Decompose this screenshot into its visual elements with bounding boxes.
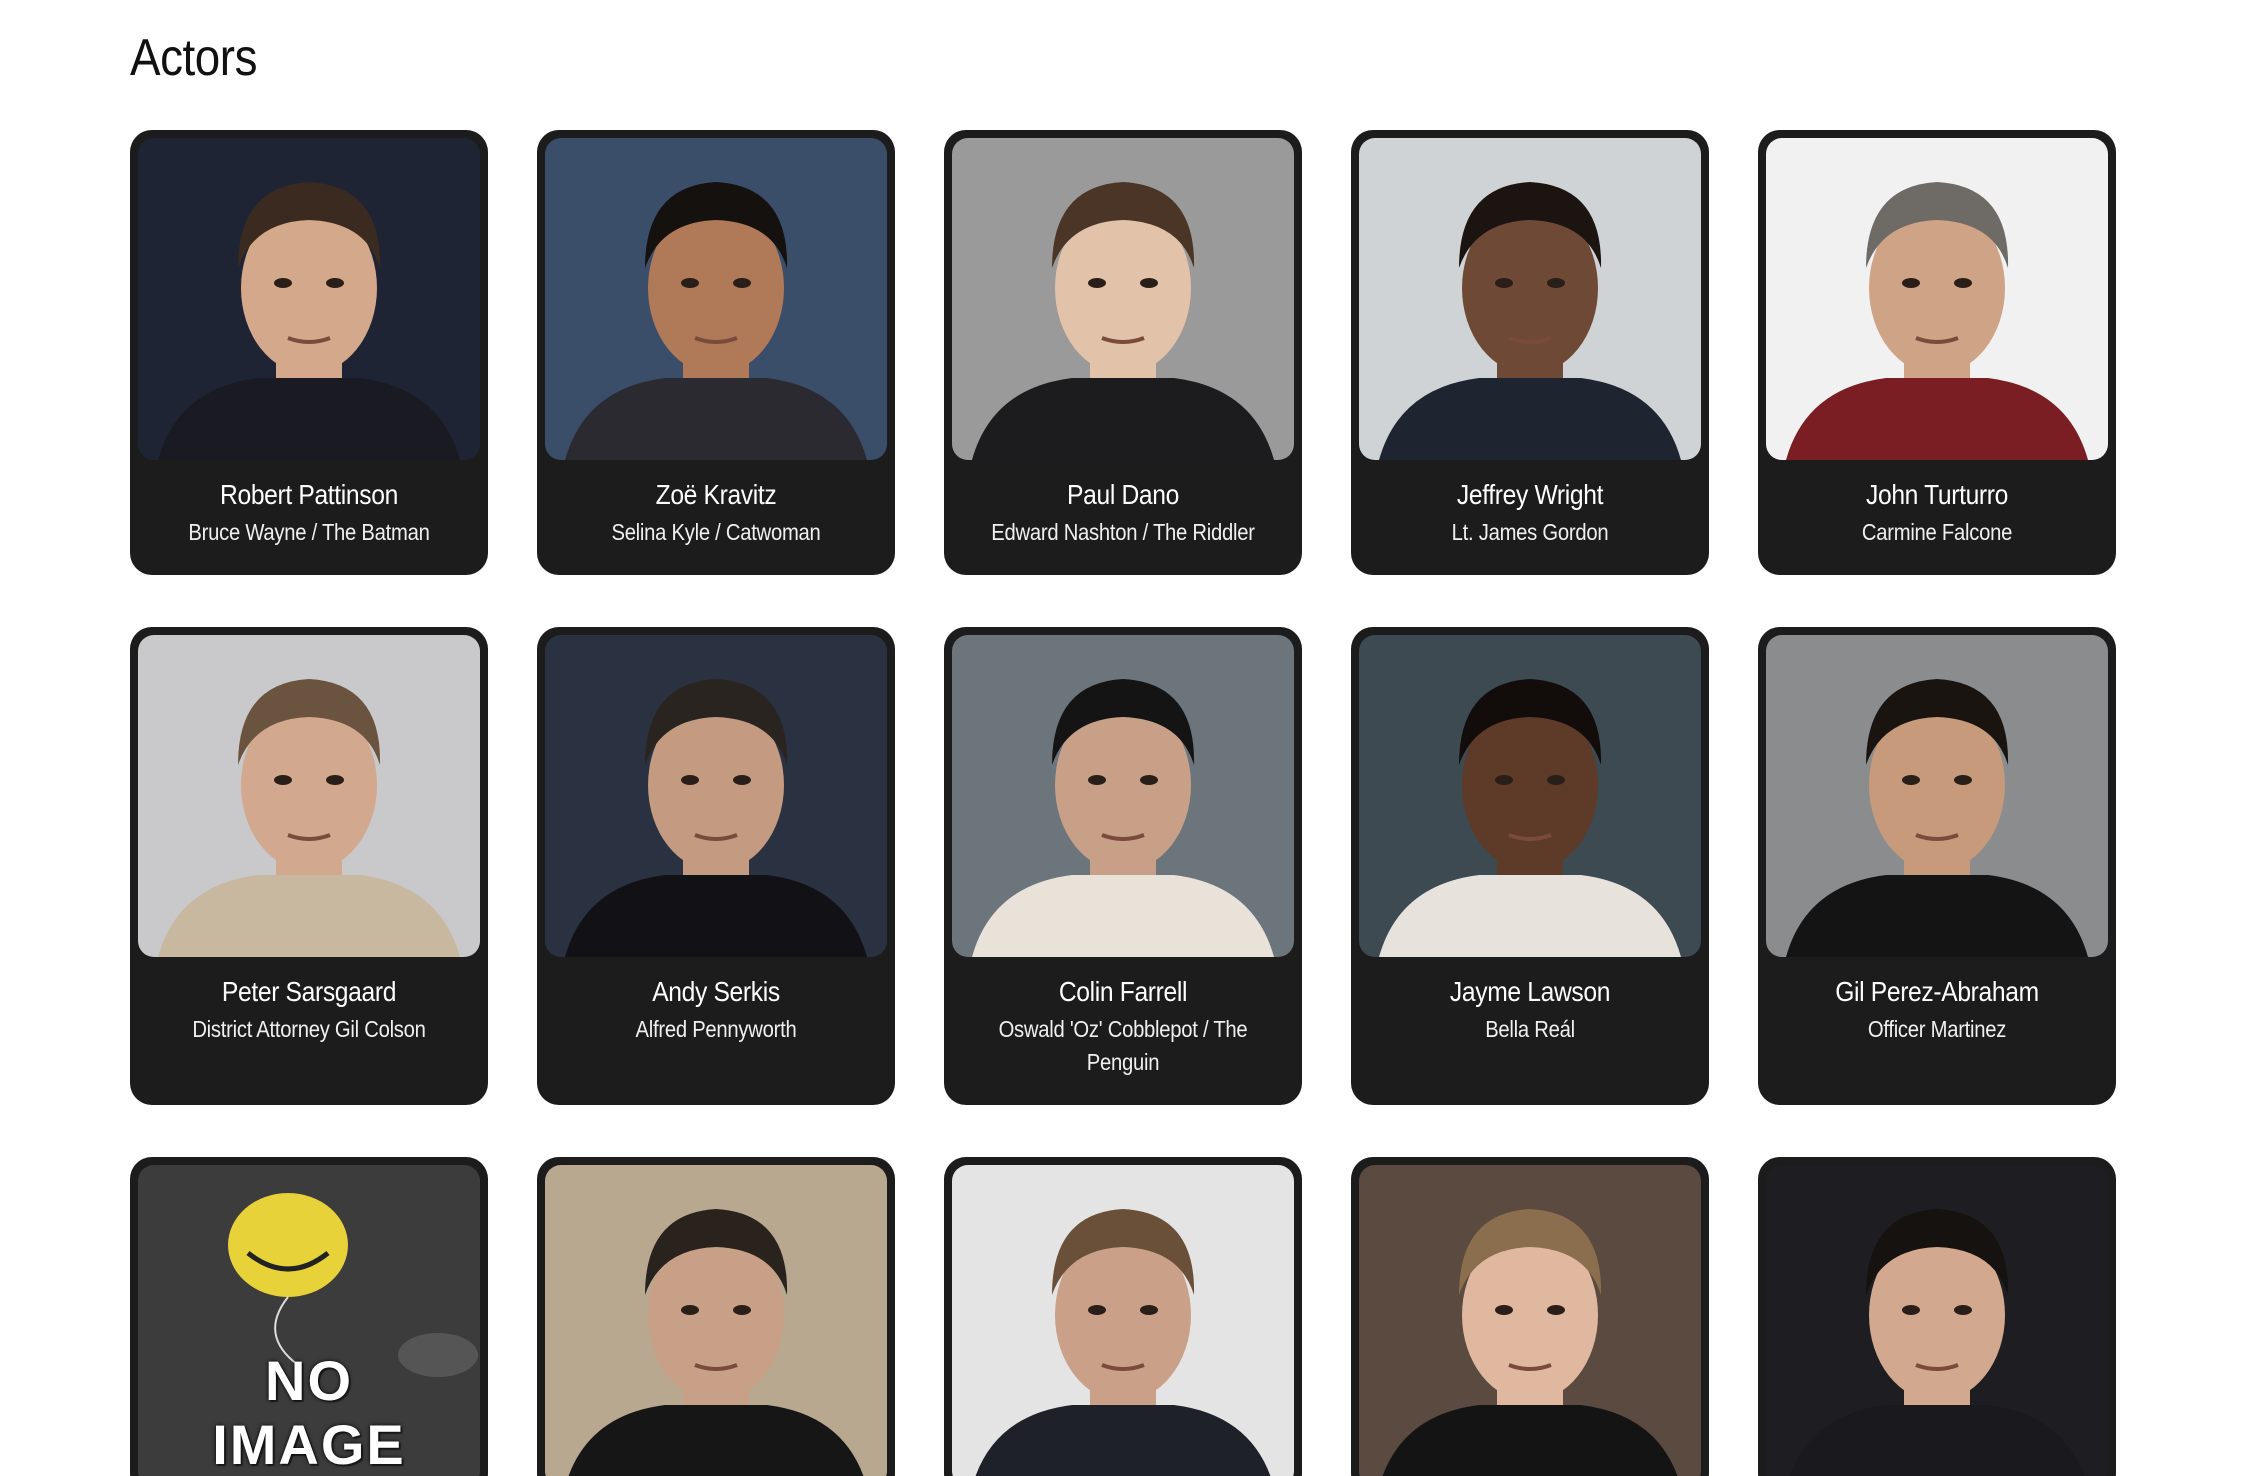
actor-info: John Turturro Carmine Falcone	[1766, 460, 2108, 567]
actor-photo	[1766, 1165, 2108, 1476]
actor-role: Carmine Falcone	[1861, 519, 2013, 545]
actor-card[interactable]: Robert Pattinson Bruce Wayne / The Batman	[130, 130, 488, 575]
actor-name: John Turturro	[1866, 479, 2008, 510]
section-title: Actors	[130, 29, 258, 87]
no-image-placeholder: NO IMAGE	[138, 1165, 480, 1476]
actor-card[interactable]	[1351, 1157, 1709, 1476]
actor-photo	[952, 138, 1294, 460]
actor-info: Jeffrey Wright Lt. James Gordon	[1359, 460, 1701, 567]
actor-card[interactable]	[944, 1157, 1302, 1476]
actor-card[interactable]: Paul Dano Edward Nashton / The Riddler	[944, 130, 1302, 575]
actor-photo	[545, 1165, 887, 1476]
actor-info: Robert Pattinson Bruce Wayne / The Batman	[138, 460, 480, 567]
actor-card[interactable]: NO IMAGE	[130, 1157, 488, 1476]
actor-photo	[138, 635, 480, 957]
actor-role: Oswald 'Oz' Cobblepot / The Penguin	[998, 1016, 1248, 1075]
actor-card[interactable]: John Turturro Carmine Falcone	[1758, 130, 2116, 575]
actor-role: Selina Kyle / Catwoman	[611, 519, 821, 545]
actor-role: Lt. James Gordon	[1451, 519, 1609, 545]
actor-name: Peter Sarsgaard	[221, 976, 397, 1007]
actor-role: Bruce Wayne / The Batman	[188, 519, 430, 545]
actor-card[interactable]: Colin Farrell Oswald 'Oz' Cobblepot / The…	[944, 627, 1302, 1105]
actor-photo	[138, 138, 480, 460]
actor-info: Andy Serkis Alfred Pennyworth	[545, 957, 887, 1064]
actor-card[interactable]: Andy Serkis Alfred Pennyworth	[537, 627, 895, 1105]
actor-info: Peter Sarsgaard District Attorney Gil Col…	[138, 957, 480, 1064]
actor-card[interactable]	[537, 1157, 895, 1476]
no-image-label: NO IMAGE	[212, 1349, 406, 1476]
actor-photo	[1359, 1165, 1701, 1476]
actor-name: Jeffrey Wright	[1456, 479, 1604, 510]
actor-photo	[952, 1165, 1294, 1476]
actor-card[interactable]: Zoë Kravitz Selina Kyle / Catwoman	[537, 130, 895, 575]
actor-name: Zoë Kravitz	[655, 479, 777, 510]
page: Actors Robert Pattinson Bruce Wayne / The…	[0, 0, 2242, 1476]
actor-name: Gil Perez-Abraham	[1835, 976, 2039, 1007]
actors-grid: Robert Pattinson Bruce Wayne / The Batman…	[130, 130, 2116, 1476]
actor-info: Paul Dano Edward Nashton / The Riddler	[952, 460, 1294, 567]
actor-info: Jayme Lawson Bella Reál	[1359, 957, 1701, 1064]
actor-photo	[1359, 138, 1701, 460]
actor-info: Gil Perez-Abraham Officer Martinez	[1766, 957, 2108, 1064]
actor-name: Paul Dano	[1067, 479, 1179, 510]
actor-photo	[545, 138, 887, 460]
actor-role: Edward Nashton / The Riddler	[991, 519, 1255, 545]
actor-role: Officer Martinez	[1867, 1016, 2007, 1042]
actor-card[interactable]: Peter Sarsgaard District Attorney Gil Col…	[130, 627, 488, 1105]
actor-card[interactable]	[1758, 1157, 2116, 1476]
actor-name: Colin Farrell	[1058, 976, 1188, 1007]
actor-role: District Attorney Gil Colson	[192, 1016, 426, 1042]
actor-role: Bella Reál	[1485, 1016, 1575, 1042]
actor-name: Jayme Lawson	[1449, 976, 1611, 1007]
actor-role: Alfred Pennyworth	[635, 1016, 797, 1042]
actor-photo	[545, 635, 887, 957]
actor-card[interactable]: Jayme Lawson Bella Reál	[1351, 627, 1709, 1105]
actor-card[interactable]: Jeffrey Wright Lt. James Gordon	[1351, 130, 1709, 575]
actor-photo	[952, 635, 1294, 957]
actor-photo	[1766, 635, 2108, 957]
actor-photo	[1766, 138, 2108, 460]
actor-photo	[1359, 635, 1701, 957]
actor-info: Colin Farrell Oswald 'Oz' Cobblepot / The…	[952, 957, 1294, 1097]
actor-name: Robert Pattinson	[220, 479, 398, 510]
actor-info: Zoë Kravitz Selina Kyle / Catwoman	[545, 460, 887, 567]
actor-name: Andy Serkis	[652, 976, 780, 1007]
actor-card[interactable]: Gil Perez-Abraham Officer Martinez	[1758, 627, 2116, 1105]
